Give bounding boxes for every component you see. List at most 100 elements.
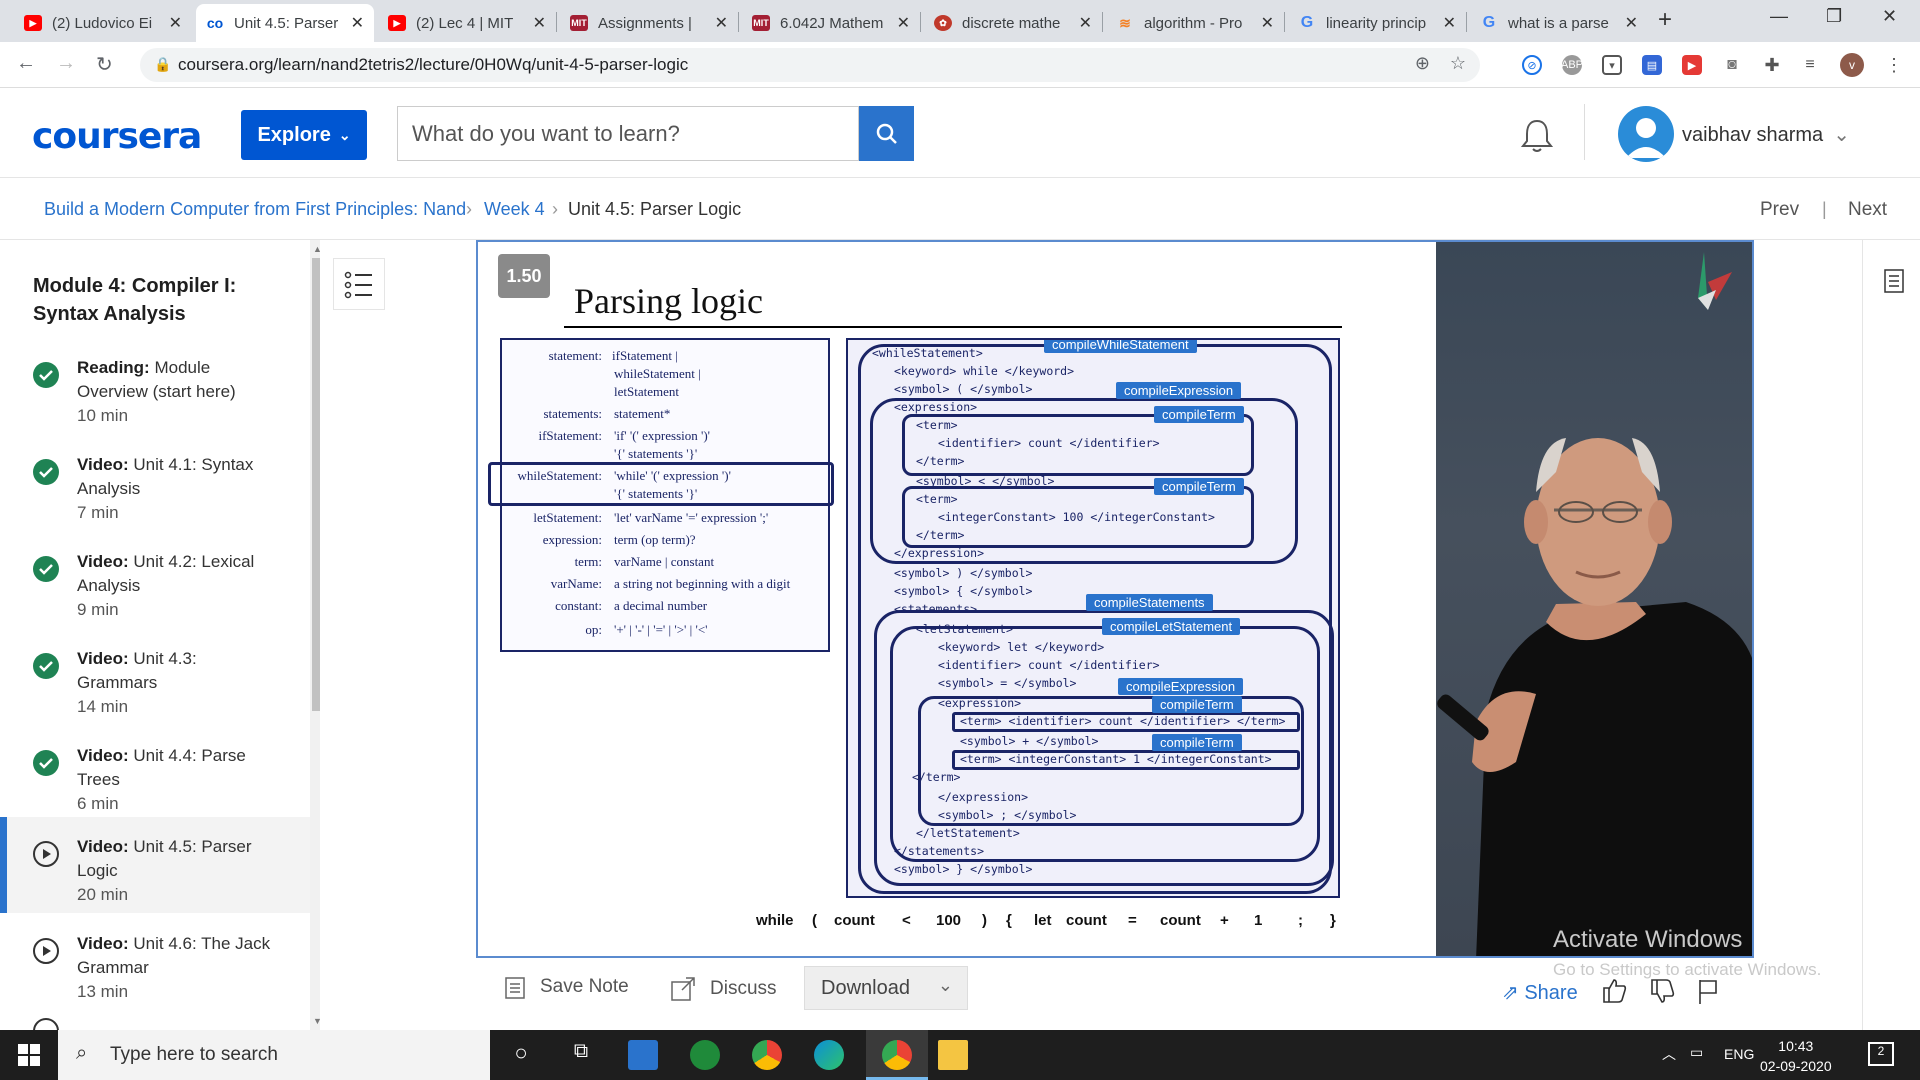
browser-tab[interactable]: G linearity princip ✕: [1288, 4, 1466, 42]
browser-menu-icon[interactable]: ⋮: [1884, 55, 1904, 75]
tray-chevron-icon[interactable]: ︿: [1662, 1044, 1676, 1064]
reader-extension-icon[interactable]: ▤: [1642, 55, 1662, 75]
xml-line: <term>: [916, 418, 958, 432]
media-control-icon[interactable]: ≡: [1800, 55, 1820, 75]
flag-icon[interactable]: [1696, 978, 1720, 1011]
file-explorer-icon[interactable]: [938, 1040, 968, 1070]
edge-icon[interactable]: [814, 1040, 844, 1070]
scroll-down-icon[interactable]: ▼: [313, 1016, 320, 1026]
user-avatar[interactable]: [1618, 106, 1674, 162]
close-tab-icon[interactable]: ✕: [1625, 13, 1638, 33]
token: 100: [936, 912, 962, 929]
notification-center-icon[interactable]: 2: [1868, 1042, 1894, 1066]
camera-extension-icon[interactable]: ◙: [1722, 55, 1742, 75]
bookmark-star-icon[interactable]: ☆: [1450, 53, 1466, 74]
sidebar-item[interactable]: Video: Unit 4.3: Grammars 14 min: [0, 629, 310, 725]
forward-icon[interactable]: →: [56, 52, 76, 75]
token: count: [834, 912, 875, 929]
prev-link[interactable]: Prev: [1760, 199, 1799, 221]
new-tab-button[interactable]: +: [1658, 6, 1672, 34]
address-bar[interactable]: 🔒 coursera.org/learn/nand2tetris2/lectur…: [140, 48, 1480, 82]
close-window-icon[interactable]: ✕: [1882, 6, 1897, 27]
header-divider: [1584, 104, 1585, 160]
sidebar-item[interactable]: Reading: Module Overview (start here) 10 …: [0, 338, 310, 434]
transcript-icon[interactable]: [1883, 268, 1905, 299]
back-icon[interactable]: ←: [16, 52, 36, 75]
reload-icon[interactable]: ↻: [96, 52, 113, 77]
battery-icon[interactable]: ▭: [1690, 1044, 1703, 1061]
search-input[interactable]: What do you want to learn?: [397, 106, 859, 161]
zoom-icon[interactable]: ⊕: [1415, 53, 1430, 74]
close-tab-icon[interactable]: ✕: [533, 13, 546, 33]
explore-button[interactable]: Explore ⌄: [241, 110, 367, 160]
close-tab-icon[interactable]: ✕: [1261, 13, 1274, 33]
browser-tab[interactable]: ✿ discrete mathe ✕: [924, 4, 1102, 42]
sidebar-item[interactable]: Video: Unit 4.2: Lexical Analysis 9 min: [0, 532, 310, 628]
sidebar-item-current[interactable]: Video: Unit 4.5: Parser Logic 20 min: [0, 817, 310, 913]
user-menu[interactable]: vaibhav sharma ⌄: [1682, 122, 1850, 147]
abp-extension-icon[interactable]: ABP: [1561, 55, 1583, 75]
close-tab-icon[interactable]: ✕: [715, 13, 728, 33]
sidebar-scroll-thumb[interactable]: [312, 258, 320, 711]
xml-line: <identifier> count </identifier>: [938, 436, 1160, 450]
cortana-icon[interactable]: ○: [506, 1040, 536, 1070]
taskbar-search-input[interactable]: ⌕ Type here to search: [58, 1030, 490, 1080]
tab-separator: [920, 12, 921, 32]
browser-tab[interactable]: MIT Assignments | ✕: [560, 4, 738, 42]
browser-tab[interactable]: ▶ (2) Ludovico Ei ✕: [14, 4, 192, 42]
chrome-icon[interactable]: [752, 1040, 782, 1070]
pocket-extension-icon[interactable]: ▾: [1602, 55, 1622, 75]
close-tab-icon[interactable]: ✕: [1443, 13, 1456, 33]
next-link[interactable]: Next: [1848, 199, 1887, 221]
mit-icon: MIT: [752, 15, 770, 31]
browser-tab-active[interactable]: co Unit 4.5: Parser ✕: [196, 4, 374, 42]
browser-tab[interactable]: MIT 6.042J Mathem ✕: [742, 4, 920, 42]
share-button[interactable]: ⇗ Share: [1502, 980, 1578, 1005]
coursera-logo[interactable]: coursera: [32, 116, 202, 157]
breadcrumb-week[interactable]: Week 4: [484, 199, 545, 220]
breadcrumb-course[interactable]: Build a Modern Computer from First Princ…: [44, 199, 466, 220]
close-tab-icon[interactable]: ✕: [351, 13, 364, 33]
browser-tab[interactable]: G what is a parse ✕: [1470, 4, 1648, 42]
task-view-icon[interactable]: ⧉: [566, 1040, 596, 1070]
chrome-active-taskbar-button[interactable]: [866, 1030, 928, 1080]
windows-start-icon[interactable]: [18, 1044, 40, 1071]
search-button[interactable]: [859, 106, 914, 161]
xml-line: <symbol> { </symbol>: [894, 584, 1033, 598]
browser-tab[interactable]: ▶ (2) Lec 4 | MIT ✕: [378, 4, 556, 42]
maximize-icon[interactable]: ❐: [1826, 6, 1842, 27]
minimize-icon[interactable]: —: [1770, 6, 1788, 27]
thumbs-up-icon[interactable]: [1600, 976, 1628, 1009]
sidebar-item[interactable]: Video: Unit 4.1: Syntax Analysis 7 min: [0, 435, 310, 531]
search-icon: [876, 123, 897, 144]
grammar-rule-def: ifStatement |: [612, 348, 678, 363]
item-type: Video:: [77, 837, 129, 856]
save-note-button[interactable]: Save Note: [504, 974, 629, 1000]
thumbs-down-icon[interactable]: [1648, 978, 1676, 1011]
language-indicator[interactable]: ENG: [1724, 1046, 1754, 1062]
close-tab-icon[interactable]: ✕: [1079, 13, 1092, 33]
close-tab-icon[interactable]: ✕: [897, 13, 910, 33]
browser-tab[interactable]: ≋ algorithm - Pro ✕: [1106, 4, 1284, 42]
token: =: [1128, 912, 1137, 929]
scroll-up-icon[interactable]: ▲: [313, 244, 320, 254]
download-dropdown[interactable]: Download ⌄: [804, 966, 968, 1010]
close-tab-icon[interactable]: ✕: [169, 13, 182, 33]
youtube-extension-icon[interactable]: ▶: [1682, 55, 1702, 75]
extensions-puzzle-icon[interactable]: ✚: [1762, 55, 1782, 75]
system-clock[interactable]: 10:43 02-09-2020: [1760, 1036, 1832, 1076]
outline-toggle-button[interactable]: [333, 258, 385, 310]
nav-divider: |: [1822, 199, 1827, 219]
block-extension-icon[interactable]: ⊘: [1522, 55, 1542, 75]
sidebar-item[interactable]: Video: Unit 4.6: The Jack Grammar 13 min: [0, 914, 310, 1010]
notifications-bell-icon[interactable]: [1520, 118, 1554, 159]
evernote-icon[interactable]: [690, 1040, 720, 1070]
discuss-button[interactable]: Discuss: [670, 976, 777, 1002]
item-duration: 20 min: [77, 885, 129, 904]
tab-separator: [738, 12, 739, 32]
tab-separator: [1466, 12, 1467, 32]
mail-icon[interactable]: [628, 1040, 658, 1070]
profile-avatar[interactable]: v: [1840, 53, 1864, 77]
video-player[interactable]: 1.50 Parsing logic statement: ifStatemen…: [476, 240, 1754, 958]
sidebar-item[interactable]: Video: Unit 4.4: Parse Trees 6 min: [0, 726, 310, 822]
